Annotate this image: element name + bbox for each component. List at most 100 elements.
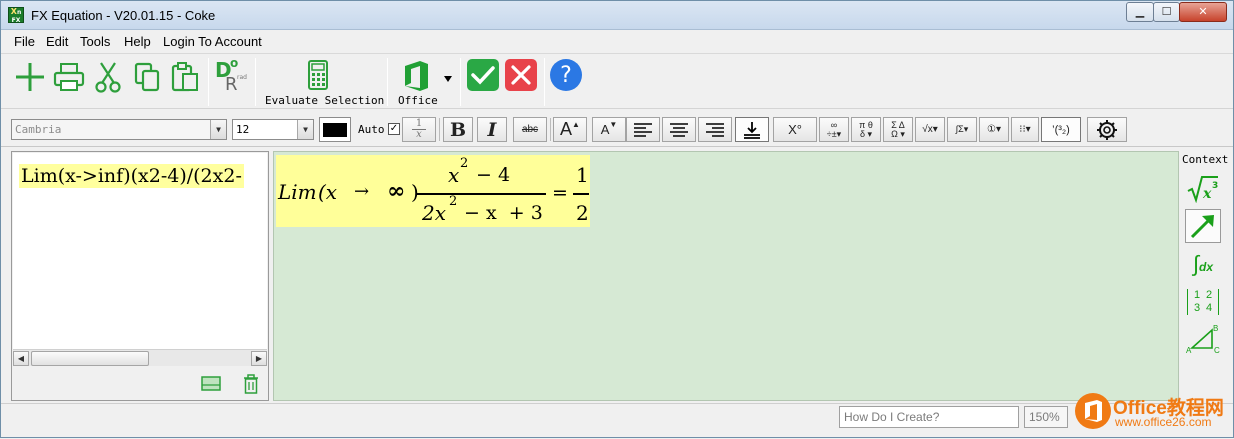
accept-button[interactable] <box>467 59 499 91</box>
new-button[interactable] <box>13 60 47 94</box>
caret-down-icon: ▼ <box>609 120 618 129</box>
rendered-equation[interactable]: Lim (x → ∞ ) x 2 − 4 2x 2 − x + 3 = 1 2 <box>276 155 590 227</box>
close-paren: ) <box>411 180 419 204</box>
align-center-button[interactable] <box>662 117 696 142</box>
reject-button[interactable] <box>505 59 537 91</box>
how-do-i-create-input[interactable]: How Do I Create? <box>839 406 1019 428</box>
toolbar-separator <box>460 58 461 106</box>
symbols-menu-button[interactable]: Σ ΔΩ ▾ <box>883 117 913 142</box>
context-label: Context <box>1182 153 1229 166</box>
title-bar[interactable]: Xn FX FX Equation - V20.01.15 - Coke ▁ ☐ … <box>1 1 1233 30</box>
context-sidebar: Context x3 ∫ dx 1 2 3 4 A B C <box>1179 151 1229 401</box>
office-label[interactable]: Office <box>398 94 438 107</box>
copy-button[interactable] <box>131 60 163 94</box>
grow-font-button[interactable]: A ▲ <box>553 117 587 142</box>
fraction-top: 1 <box>415 118 423 129</box>
scroll-right-button[interactable]: ▶ <box>251 351 267 366</box>
toolbar-separator <box>550 118 551 141</box>
delete-button[interactable] <box>242 374 260 394</box>
context-integral-button[interactable]: ∫ dx <box>1185 247 1221 281</box>
calculator-icon <box>308 60 328 90</box>
scroll-thumb[interactable] <box>31 351 149 366</box>
context-radical-button[interactable]: x3 <box>1185 171 1221 205</box>
deg-rad-button[interactable]: D o R rad <box>213 56 249 98</box>
context-matrix-button[interactable]: 1 2 3 4 <box>1185 285 1221 319</box>
italic-button[interactable]: I <box>477 117 507 142</box>
horizontal-scrollbar[interactable]: ◀ ▶ <box>13 349 267 366</box>
checkmark-icon: ✓ <box>389 123 399 134</box>
menu-tools[interactable]: Tools <box>80 34 110 49</box>
toolbar-separator <box>208 58 209 106</box>
align-right-button[interactable] <box>698 117 732 142</box>
omega-icon: Ω ▾ <box>891 128 905 139</box>
integral-sum-icon: ∫Σ▾ <box>955 124 969 134</box>
paste-button[interactable] <box>169 60 201 94</box>
deg-sup: o <box>230 56 239 70</box>
close-button[interactable]: ✕ <box>1179 2 1227 22</box>
shrink-font-label: A <box>600 122 610 137</box>
context-triangle-button[interactable]: A B C <box>1185 323 1221 357</box>
auto-label: Auto <box>358 123 385 136</box>
plus-minus-icon: ÷±▾ <box>826 128 842 139</box>
strikethrough-label: abc <box>521 124 539 135</box>
rad-label: R <box>225 74 238 95</box>
gear-icon <box>1097 119 1117 140</box>
input-panel: Lim(x->inf)(x2-4)/(2x2- ◀ ▶ <box>11 151 269 401</box>
result-numerator: 1 <box>576 163 589 187</box>
font-size-select[interactable]: 12 ▼ <box>232 119 314 140</box>
scissors-icon <box>95 62 121 93</box>
plus-icon <box>16 63 44 91</box>
sqrt-x-cubed-icon: x3 <box>1187 176 1218 203</box>
zoom-level[interactable]: 150% <box>1024 406 1068 428</box>
scroll-left-button[interactable]: ◀ <box>13 351 29 366</box>
equals-sign: = <box>552 182 568 204</box>
equation-input-text[interactable]: Lim(x->inf)(x2-4)/(2x2- <box>19 164 244 188</box>
equation-input[interactable]: Lim(x->inf)(x2-4)/(2x2- <box>13 153 267 349</box>
fraction-button[interactable]: 1 x <box>402 117 436 142</box>
settings-button[interactable] <box>1087 117 1127 142</box>
menu-help[interactable]: Help <box>124 34 151 49</box>
align-bottom-button[interactable] <box>735 117 769 142</box>
menu-file[interactable]: File <box>14 34 35 49</box>
copy-icon <box>134 62 160 92</box>
caret-up-icon: ▲ <box>572 120 580 129</box>
auto-checkbox[interactable]: ✓ <box>388 123 400 135</box>
greek-menu-button[interactable]: π θδ ▾ <box>851 117 881 142</box>
help-button[interactable]: ? <box>550 59 582 91</box>
strikethrough-button[interactable]: abc <box>513 117 547 142</box>
align-left-button[interactable] <box>626 117 660 142</box>
context-arrow-button[interactable] <box>1185 209 1221 243</box>
lim-variable: (x <box>318 180 338 204</box>
numerator-x: x <box>448 163 460 187</box>
numerator-exponent: 2 <box>460 156 469 171</box>
evaluate-label[interactable]: Evaluate Selection <box>265 94 384 107</box>
maximize-button[interactable]: ☐ <box>1153 2 1180 22</box>
minimize-button[interactable]: ▁ <box>1126 2 1154 22</box>
menu-login[interactable]: Login To Account <box>163 34 262 49</box>
evaluate-button[interactable] <box>303 58 333 92</box>
integral-menu-button[interactable]: ∫Σ▾ <box>947 117 977 142</box>
bold-button[interactable]: B <box>443 117 473 142</box>
shrink-font-button[interactable]: A ▼ <box>592 117 626 142</box>
font-size-value: 12 <box>236 123 250 136</box>
infinity-menu-button[interactable]: ∞ ÷±▾ <box>819 117 849 142</box>
svg-text:x: x <box>1202 186 1212 202</box>
italic-label: I <box>487 118 497 141</box>
cut-button[interactable] <box>93 60 123 94</box>
matrix-menu-button[interactable]: ⁝⁝▾ <box>1011 117 1039 142</box>
format-toolbar: Cambria ▼ 12 ▼ Auto ✓ 1 x B I abc A ▲ A ▼ <box>1 111 1233 147</box>
office-dropdown[interactable] <box>442 74 454 84</box>
degree-button[interactable]: X° <box>773 117 817 142</box>
menu-edit[interactable]: Edit <box>46 34 68 49</box>
print-button[interactable] <box>51 60 87 94</box>
font-family-select[interactable]: Cambria ▼ <box>11 119 227 140</box>
radical-menu-button[interactable]: √x▾ <box>915 117 945 142</box>
circled-number-button[interactable]: ①▾ <box>979 117 1009 142</box>
equation-output-area[interactable]: Lim (x → ∞ ) x 2 − 4 2x 2 − x + 3 = 1 2 <box>273 151 1179 401</box>
save-button[interactable] <box>201 376 221 392</box>
font-color-button[interactable] <box>319 117 351 142</box>
parenthesis-button[interactable]: ’(³₂) <box>1041 117 1081 142</box>
matrix-cell: 3 <box>1193 302 1201 314</box>
matrix-grid-icon: ⁝⁝▾ <box>1019 124 1031 135</box>
office-button[interactable] <box>399 58 433 94</box>
